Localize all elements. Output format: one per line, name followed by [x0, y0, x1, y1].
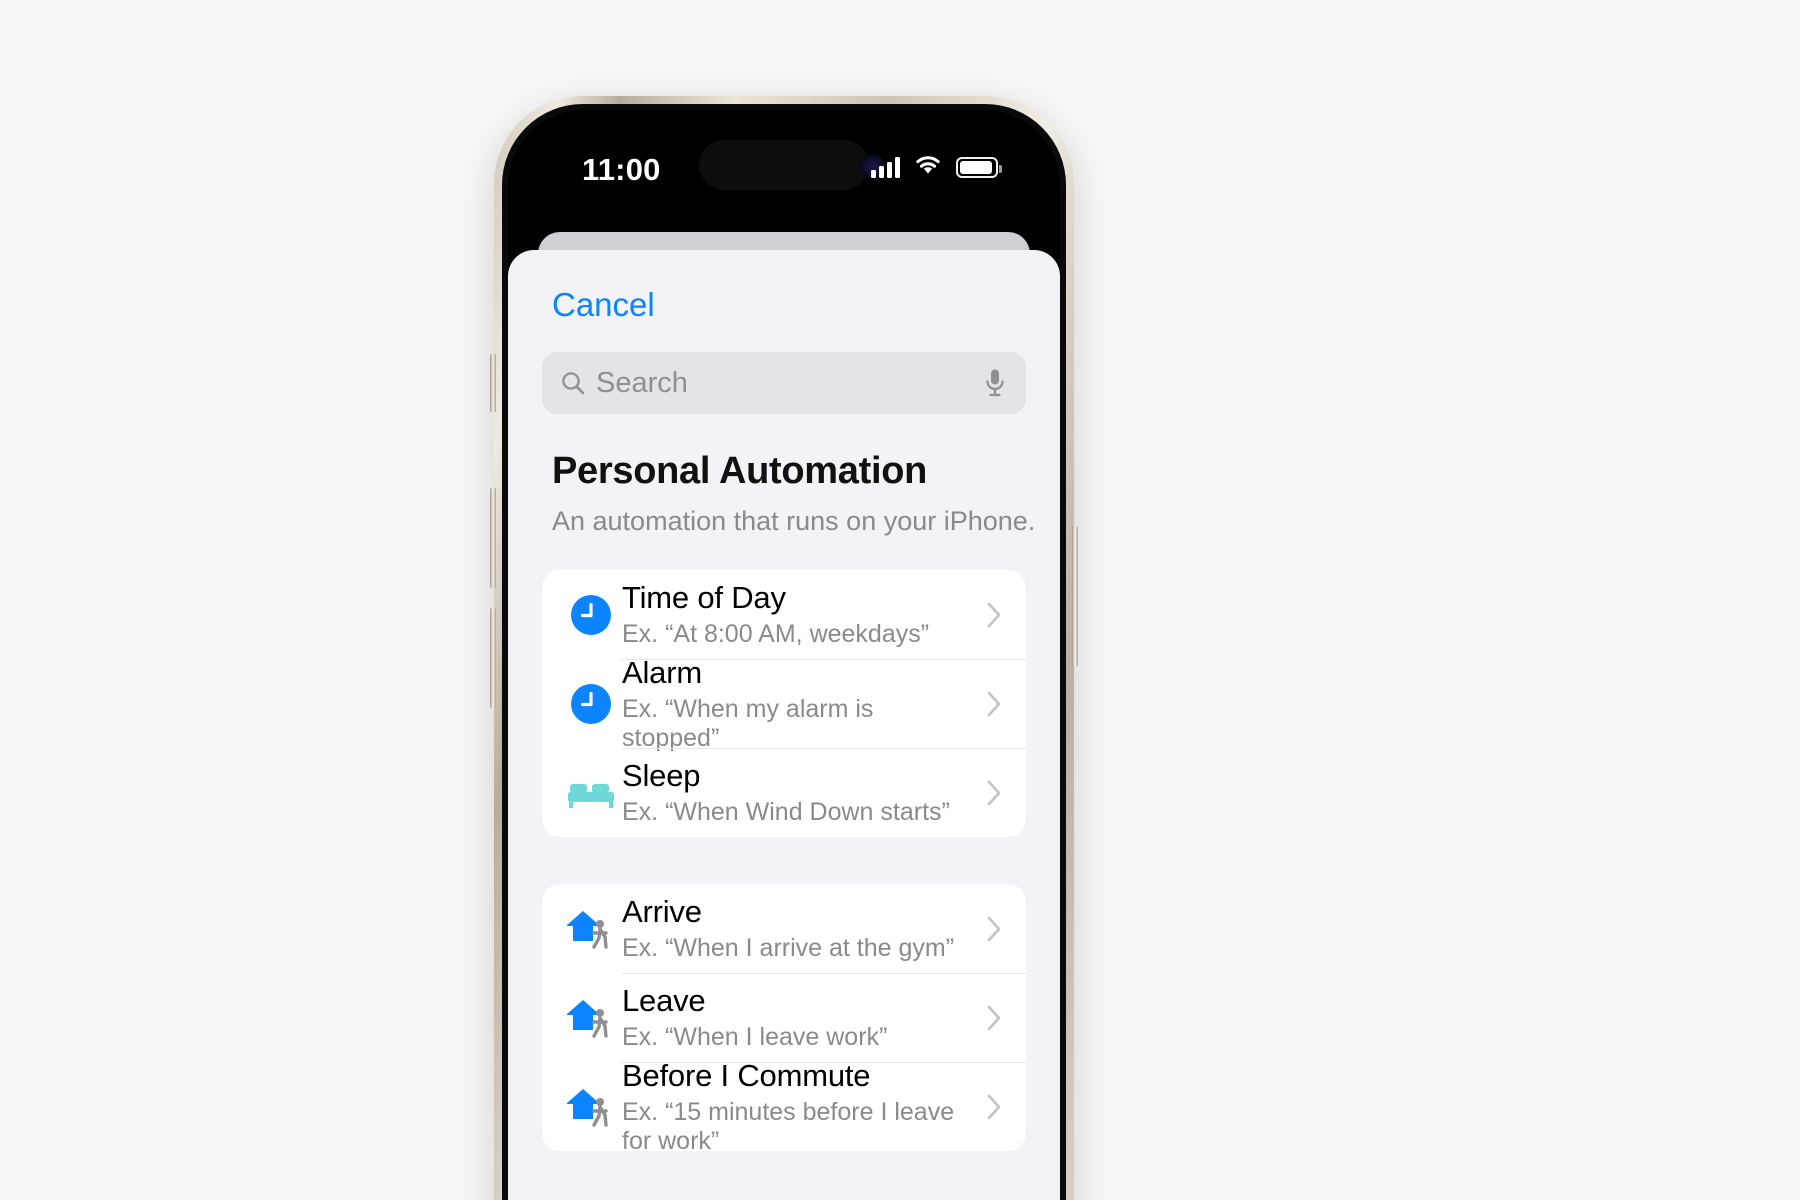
- house-walk-icon: [560, 905, 622, 953]
- list-item[interactable]: Sleep Ex. “When Wind Down starts”: [542, 748, 1026, 837]
- list-item[interactable]: Time of Day Ex. “At 8:00 AM, weekdays”: [542, 570, 1026, 659]
- chevron-right-icon: [987, 1094, 1001, 1119]
- bed-icon: [560, 776, 622, 810]
- list-item[interactable]: Arrive Ex. “When I arrive at the gym”: [542, 884, 1026, 973]
- wifi-icon: [914, 154, 942, 181]
- list-item-subtitle: Ex. “15 minutes before I leave for work”: [622, 1097, 955, 1152]
- search-placeholder-text: Search: [596, 366, 688, 399]
- chevron-right-icon: [987, 916, 1001, 941]
- search-input[interactable]: Search: [556, 367, 984, 400]
- search-icon: [562, 372, 585, 395]
- action-button[interactable]: [490, 354, 496, 412]
- list-item[interactable]: Leave Ex. “When I leave work”: [542, 973, 1026, 1062]
- volume-up-button[interactable]: [490, 488, 496, 588]
- chevron-right-icon: [987, 602, 1001, 627]
- cancel-button[interactable]: Cancel: [552, 286, 655, 324]
- dynamic-island: [699, 140, 869, 190]
- device-screen: 11:00 Cancel Search Personal Automation …: [508, 110, 1060, 1200]
- house-walk-icon: [560, 1083, 622, 1131]
- search-field[interactable]: Search: [542, 352, 1026, 414]
- list-item-title: Alarm: [622, 654, 702, 690]
- status-bar-indicators: [871, 152, 1002, 182]
- list-item-title: Before I Commute: [622, 1057, 871, 1093]
- list-item-title: Arrive: [622, 894, 702, 929]
- cellular-signal-icon: [871, 156, 900, 178]
- device-bezel: 11:00 Cancel Search Personal Automation …: [502, 104, 1066, 1200]
- list-item-subtitle: Ex. “At 8:00 AM, weekdays”: [622, 620, 930, 648]
- chevron-right-icon: [987, 780, 1001, 805]
- list-item[interactable]: Alarm Ex. “When my alarm is stopped”: [542, 655, 1026, 752]
- list-item-title: Leave: [622, 983, 706, 1018]
- list-item[interactable]: Before I Commute Ex. “15 minutes before …: [542, 1058, 1026, 1152]
- chevron-right-icon: [987, 1005, 1001, 1030]
- clock-icon: [560, 683, 622, 725]
- page-subtitle: An automation that runs on your iPhone.: [552, 506, 1036, 536]
- trigger-group-location: Arrive Ex. “When I arrive at the gym” Le…: [542, 884, 1026, 1151]
- microphone-icon[interactable]: [984, 368, 1006, 398]
- clock-icon: [560, 594, 622, 636]
- list-item-subtitle: Ex. “When my alarm is stopped”: [622, 694, 874, 752]
- chevron-right-icon: [987, 691, 1001, 716]
- iphone-device-frame: 11:00 Cancel Search Personal Automation …: [490, 96, 1078, 1200]
- list-item-subtitle: Ex. “When I arrive at the gym”: [622, 934, 955, 962]
- list-item-title: Sleep: [622, 758, 701, 793]
- page-title: Personal Automation: [552, 450, 928, 492]
- power-button[interactable]: [1072, 526, 1078, 666]
- volume-down-button[interactable]: [490, 608, 496, 708]
- house-walk-icon: [560, 994, 622, 1042]
- status-bar-clock: 11:00: [582, 152, 661, 187]
- list-item-title: Time of Day: [622, 580, 786, 615]
- automation-trigger-sheet: Cancel Search Personal Automation An aut…: [508, 250, 1060, 1200]
- page-root: 11:00 Cancel Search Personal Automation …: [0, 0, 1800, 1200]
- status-bar: 11:00: [508, 110, 1060, 228]
- trigger-group-time: Time of Day Ex. “At 8:00 AM, weekdays” A…: [542, 570, 1026, 837]
- battery-icon: [956, 156, 1002, 178]
- list-item-subtitle: Ex. “When Wind Down starts”: [622, 798, 950, 826]
- list-item-subtitle: Ex. “When I leave work”: [622, 1023, 888, 1051]
